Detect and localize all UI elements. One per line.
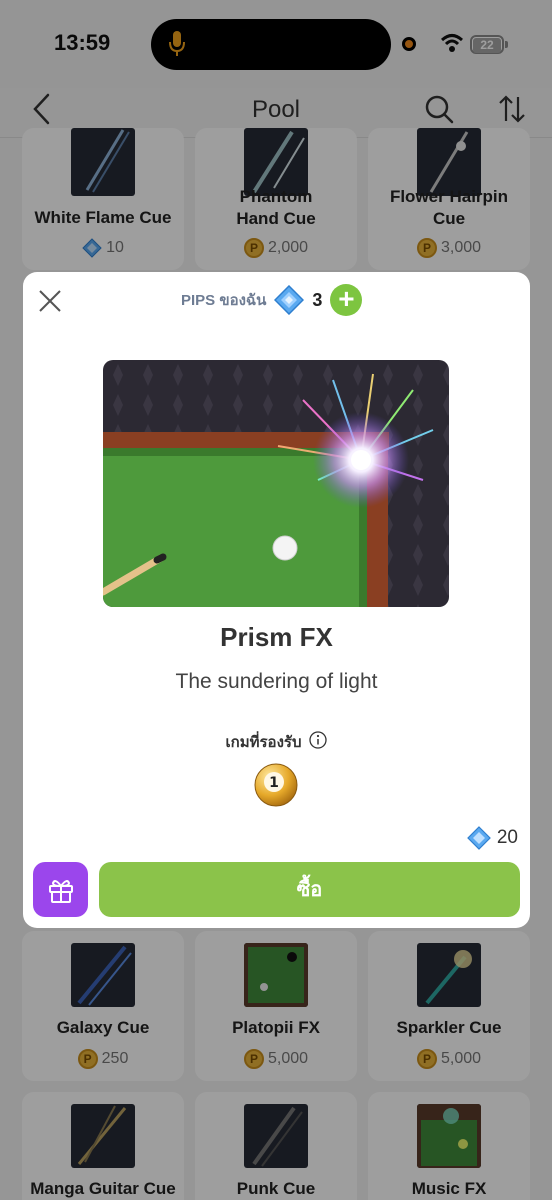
- info-icon[interactable]: [309, 731, 328, 753]
- ball-number: 1: [269, 775, 279, 791]
- supported-games-label: เกมที่รองรับ: [225, 734, 302, 751]
- item-title: Prism FX: [220, 622, 333, 652]
- gift-button[interactable]: [33, 862, 88, 917]
- close-icon[interactable]: [37, 288, 63, 319]
- pips-count: 3: [312, 289, 323, 310]
- gift-icon: [48, 879, 73, 903]
- item-cost-value: 20: [496, 827, 518, 848]
- buy-button[interactable]: ซื้อ: [99, 862, 520, 917]
- gem-icon: [274, 285, 305, 315]
- pips-balance: PIPS ของฉัน 3 +: [181, 284, 363, 316]
- item-preview-image: [103, 360, 449, 607]
- gem-icon: [467, 826, 491, 850]
- item-description: The sundering of light: [175, 670, 378, 693]
- add-pips-button[interactable]: +: [330, 284, 363, 316]
- billiard-ball-icon: 1: [253, 762, 299, 813]
- pips-label: PIPS ของฉัน: [181, 292, 267, 309]
- item-cost: 20: [467, 826, 518, 850]
- item-detail-modal: PIPS ของฉัน 3 + Prism FX The sundering o…: [23, 272, 530, 928]
- supported-games: เกมที่รองรับ: [23, 730, 530, 754]
